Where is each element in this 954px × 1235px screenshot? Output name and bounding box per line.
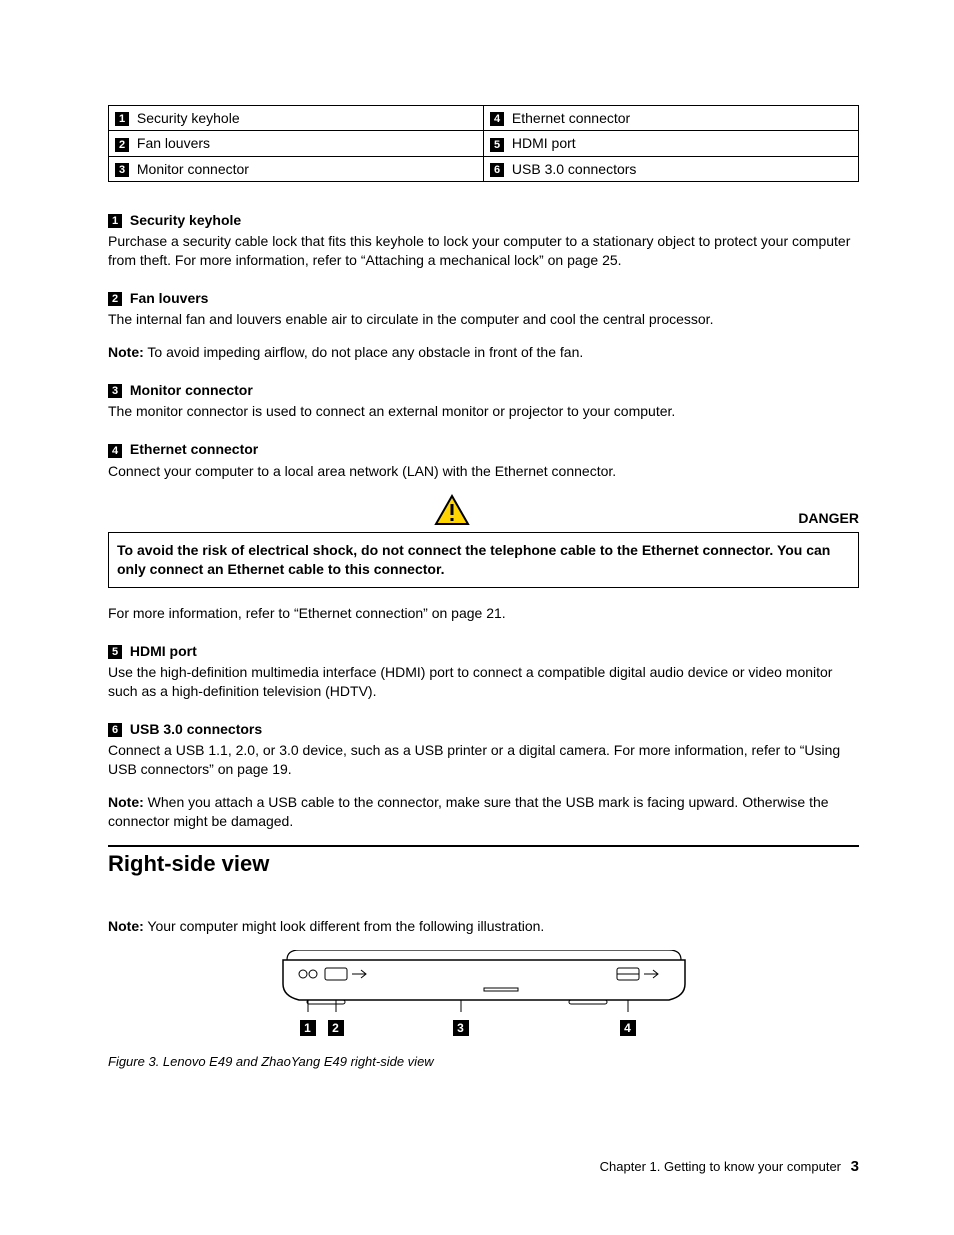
section-heading-usb-connectors: 6 USB 3.0 connectors xyxy=(108,721,859,737)
callout-number: 4 xyxy=(108,444,122,458)
heading-text: USB 3.0 connectors xyxy=(130,721,262,737)
legend-label: USB 3.0 connectors xyxy=(512,161,637,177)
legend-label: Ethernet connector xyxy=(512,110,630,126)
legend-cell: 6 USB 3.0 connectors xyxy=(484,156,859,181)
callout-number: 2 xyxy=(108,292,122,306)
callout-number: 3 xyxy=(108,384,122,398)
note-label: Note: xyxy=(108,344,144,360)
legend-label: Security keyhole xyxy=(137,110,240,126)
body-text: Connect a USB 1.1, 2.0, or 3.0 device, s… xyxy=(108,741,859,779)
callout-number: 3 xyxy=(115,163,129,177)
horizontal-rule xyxy=(108,845,859,847)
callout-number: 1 xyxy=(115,112,129,126)
heading-text: Ethernet connector xyxy=(130,441,258,457)
body-text: For more information, refer to “Ethernet… xyxy=(108,604,859,623)
section-heading-hdmi-port: 5 HDMI port xyxy=(108,643,859,659)
callout-number: 6 xyxy=(108,723,122,737)
page-number: 3 xyxy=(851,1158,859,1175)
callout-number: 6 xyxy=(490,163,504,177)
danger-heading: DANGER xyxy=(108,494,859,526)
callout-number: 1 xyxy=(108,214,122,228)
heading-text: Security keyhole xyxy=(130,212,241,228)
figure-caption: Figure 3. Lenovo E49 and ZhaoYang E49 ri… xyxy=(108,1054,859,1069)
callout-number: 4 xyxy=(620,1020,636,1036)
section-heading-monitor-connector: 3 Monitor connector xyxy=(108,382,859,398)
body-text: Connect your computer to a local area ne… xyxy=(108,462,859,481)
warning-triangle-icon xyxy=(434,494,470,526)
note-text: To avoid impeding airflow, do not place … xyxy=(144,344,583,360)
note-label: Note: xyxy=(108,794,144,810)
body-text: The internal fan and louvers enable air … xyxy=(108,310,859,329)
section-heading-ethernet-connector: 4 Ethernet connector xyxy=(108,441,859,457)
right-side-view-figure: 1 2 3 4 xyxy=(108,950,859,1038)
callout-number: 1 xyxy=(300,1020,316,1036)
danger-text: To avoid the risk of electrical shock, d… xyxy=(117,542,830,577)
note-paragraph: Note: Your computer might look different… xyxy=(108,917,859,936)
note-label: Note: xyxy=(108,918,144,934)
heading-text: Fan louvers xyxy=(130,290,209,306)
legend-cell: 5 HDMI port xyxy=(484,131,859,156)
legend-label: Monitor connector xyxy=(137,161,249,177)
danger-box: To avoid the risk of electrical shock, d… xyxy=(108,532,859,588)
legend-table: 1 Security keyhole 4 Ethernet connector … xyxy=(108,105,859,182)
callout-number: 4 xyxy=(490,112,504,126)
laptop-side-illustration xyxy=(279,950,689,1020)
callout-number: 5 xyxy=(490,138,504,152)
heading-text: Monitor connector xyxy=(130,382,253,398)
body-text: The monitor connector is used to connect… xyxy=(108,402,859,421)
body-text: Use the high-definition multimedia inter… xyxy=(108,663,859,701)
legend-label: HDMI port xyxy=(512,135,576,151)
note-text: Your computer might look different from … xyxy=(144,918,545,934)
document-page: 1 Security keyhole 4 Ethernet connector … xyxy=(0,0,954,1235)
body-text: Purchase a security cable lock that fits… xyxy=(108,232,859,270)
note-paragraph: Note: To avoid impeding airflow, do not … xyxy=(108,343,859,362)
legend-cell: 1 Security keyhole xyxy=(109,106,484,131)
danger-label: DANGER xyxy=(798,510,859,526)
legend-cell: 2 Fan louvers xyxy=(109,131,484,156)
heading-text: HDMI port xyxy=(130,643,197,659)
footer-text: Chapter 1. Getting to know your computer xyxy=(600,1159,841,1174)
legend-label: Fan louvers xyxy=(137,135,210,151)
section-heading-security-keyhole: 1 Security keyhole xyxy=(108,212,859,228)
callout-number: 2 xyxy=(115,138,129,152)
callout-number: 5 xyxy=(108,645,122,659)
legend-cell: 3 Monitor connector xyxy=(109,156,484,181)
section-heading-fan-louvers: 2 Fan louvers xyxy=(108,290,859,306)
page-footer: Chapter 1. Getting to know your computer… xyxy=(600,1158,859,1175)
legend-cell: 4 Ethernet connector xyxy=(484,106,859,131)
callout-number: 3 xyxy=(453,1020,469,1036)
note-text: When you attach a USB cable to the conne… xyxy=(108,794,829,829)
right-side-view-heading: Right-side view xyxy=(108,851,859,877)
callout-number: 2 xyxy=(328,1020,344,1036)
note-paragraph: Note: When you attach a USB cable to the… xyxy=(108,793,859,831)
